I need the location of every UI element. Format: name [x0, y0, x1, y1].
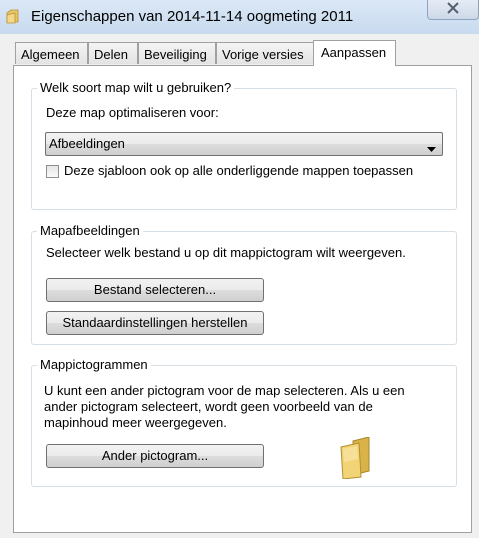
close-icon	[447, 2, 459, 14]
tab-label: Vorige versies	[222, 47, 304, 62]
tab-label: Aanpassen	[321, 45, 387, 60]
select-file-button[interactable]: Bestand selecteren...	[46, 278, 264, 302]
folder-type-group-title: Welk soort map wilt u gebruiken?	[37, 80, 235, 95]
tab-aanpassen[interactable]: Aanpassen	[313, 40, 396, 66]
tab-algemeen[interactable]: Algemeen	[15, 42, 88, 64]
optimize-label: Deze map optimaliseren voor:	[46, 105, 219, 120]
folder-icons-description-line: mapinhoud meer weergegeven.	[44, 415, 227, 430]
tab-vorige-versies[interactable]: Vorige versies	[216, 42, 314, 64]
folder-pictures-description: Selecteer welk bestand u op dit mappicto…	[46, 245, 406, 260]
tab-delen[interactable]: Delen	[88, 42, 138, 64]
folder-preview-icon	[339, 436, 375, 482]
dropdown-arrow-icon	[427, 141, 436, 156]
tab-beveiliging[interactable]: Beveiliging	[138, 42, 216, 64]
folder-pictures-group-title: Mapafbeeldingen	[37, 223, 143, 238]
folder-icon	[4, 7, 22, 25]
restore-default-button[interactable]: Standaardinstellingen herstellen	[46, 311, 264, 335]
apply-template-label: Deze sjabloon ook op alle onderliggende …	[64, 163, 414, 178]
close-button[interactable]	[427, 0, 479, 20]
tab-label: Algemeen	[21, 47, 80, 62]
optimize-dropdown[interactable]: Afbeeldingen	[45, 132, 443, 156]
optimize-dropdown-value: Afbeeldingen	[49, 136, 125, 151]
folder-icons-description-line: ander pictogram selecteert, wordt geen v…	[44, 399, 373, 414]
tab-label: Delen	[94, 47, 128, 62]
folder-icons-description-line: U kunt een ander pictogram voor de map s…	[44, 383, 405, 398]
title-bar: Eigenschappen van 2014-11-14 oogmeting 2…	[0, 0, 479, 34]
apply-template-checkbox[interactable]	[46, 165, 59, 178]
change-icon-button[interactable]: Ander pictogram...	[46, 444, 264, 468]
window-title: Eigenschappen van 2014-11-14 oogmeting 2…	[31, 8, 354, 25]
tab-label: Beveiliging	[144, 47, 207, 62]
folder-icons-group-title: Mappictogrammen	[37, 357, 151, 372]
